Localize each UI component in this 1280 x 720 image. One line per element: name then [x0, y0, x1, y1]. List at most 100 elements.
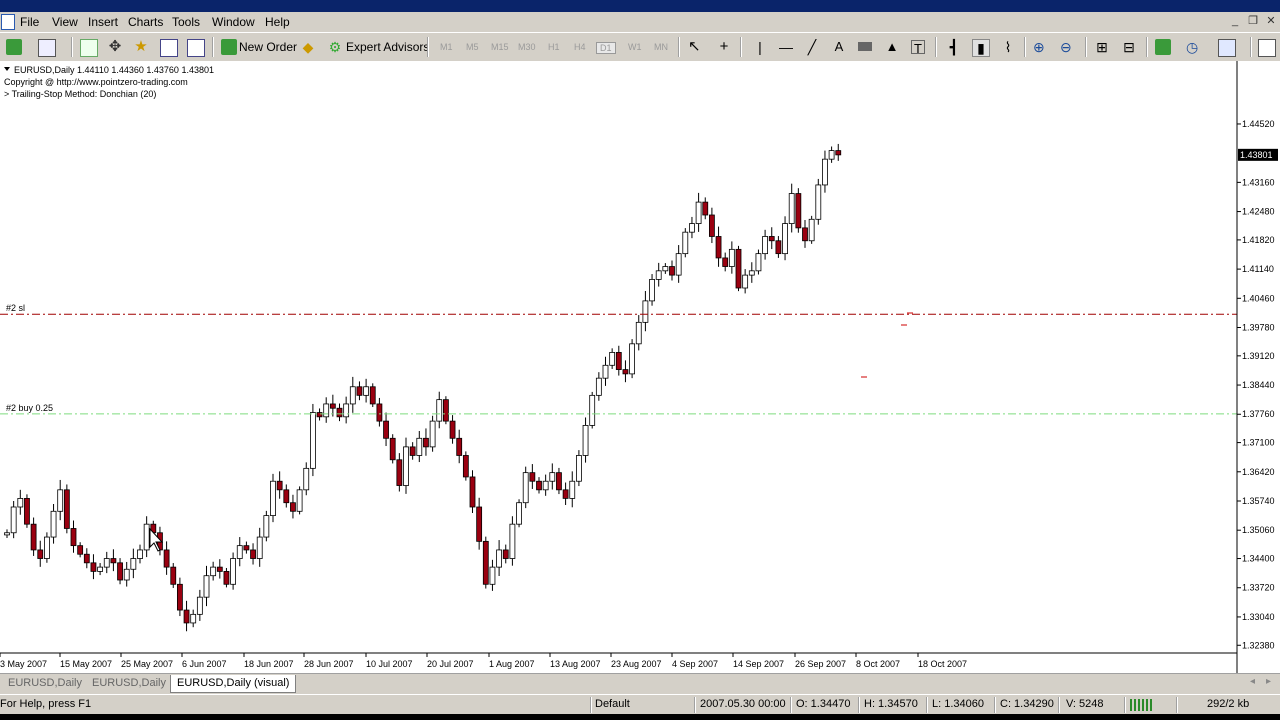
tab-eurusd-daily-visual[interactable]: EURUSD,Daily (visual) — [170, 675, 297, 693]
menu-file[interactable]: File — [20, 15, 39, 29]
candle-body — [595, 377, 602, 396]
status-low: L: 1.34060 — [932, 698, 984, 710]
candle-body — [90, 562, 97, 572]
copyright-text: Copyright @ http://www.pointzero-trading… — [4, 77, 188, 87]
candle-body — [183, 609, 190, 624]
zoom-in-icon[interactable]: ⊕ — [1033, 39, 1049, 55]
candle-body — [176, 583, 183, 611]
tile-windows-icon[interactable]: ⊞ — [1094, 39, 1110, 55]
terminal-icon[interactable] — [160, 39, 178, 57]
candle-body — [389, 437, 396, 461]
price-chart[interactable]: #2 sl #2 buy 0.25 1.44520 1.43160 1.42480 1.… — [0, 61, 1280, 673]
candle-body — [496, 549, 503, 568]
candle-body — [363, 386, 370, 396]
horizontal-line-icon[interactable]: — — [778, 39, 794, 55]
chart-window[interactable]: #2 sl #2 buy 0.25 1.44520 1.43160 1.42480 1.… — [0, 61, 1280, 673]
templates-icon[interactable] — [1218, 39, 1236, 57]
cursor-icon[interactable]: ↖ — [688, 39, 704, 55]
candle-body — [509, 523, 516, 559]
price-tick-label: 1.33040 — [1242, 612, 1275, 622]
bar-chart-icon[interactable]: ┫ — [946, 39, 962, 55]
price-tick-label: 1.39780 — [1242, 323, 1275, 333]
menu-charts[interactable]: Charts — [128, 15, 163, 29]
status-profile: Default — [595, 698, 630, 710]
navigator-icon[interactable]: ✥ — [107, 39, 123, 55]
candle-body — [163, 549, 170, 568]
tab-eurusd-daily-2[interactable]: EURUSD,Daily — [86, 675, 172, 692]
line-chart-icon[interactable]: ⌇ — [1000, 39, 1016, 55]
rectangle-icon[interactable] — [858, 42, 872, 51]
candle-body — [369, 386, 376, 405]
menu-view[interactable]: View — [52, 15, 78, 29]
menu-window[interactable]: Window — [212, 15, 255, 29]
candle-body — [569, 480, 576, 499]
trendline-icon[interactable]: ╱ — [804, 39, 820, 55]
candle-body — [303, 467, 310, 491]
text-label-icon[interactable]: T — [911, 40, 925, 56]
tab-eurusd-daily-1[interactable]: EURUSD,Daily — [2, 675, 88, 692]
timeframe-m30[interactable]: M30 — [518, 42, 536, 52]
method-text: > Trailing-Stop Method: Donchian (20) — [4, 89, 156, 99]
close-icon[interactable]: ✕ — [1264, 15, 1278, 28]
restore-icon[interactable]: ❐ — [1246, 15, 1260, 28]
candle-body — [742, 274, 749, 289]
candle-body — [329, 403, 336, 409]
candle-body — [549, 472, 556, 482]
indicators-icon[interactable] — [1155, 39, 1171, 55]
candle-body — [290, 502, 296, 512]
tab-scroll-right-icon[interactable]: ▸ — [1266, 676, 1271, 687]
metaeditor-icon[interactable]: ◆ — [300, 39, 316, 55]
fullscreen-icon[interactable] — [1258, 39, 1276, 57]
candle-body — [77, 545, 84, 555]
timeframe-h4[interactable]: H4 — [574, 42, 586, 52]
status-close: C: 1.34290 — [1000, 698, 1054, 710]
app-icon[interactable] — [1, 14, 15, 30]
candle-body — [748, 270, 755, 276]
candle-body — [522, 472, 529, 504]
minimize-icon[interactable]: _ — [1228, 15, 1242, 28]
timeframe-m1[interactable]: M1 — [440, 42, 453, 52]
timeframe-mn[interactable]: MN — [654, 42, 668, 52]
tab-scroll-left-icon[interactable]: ◂ — [1250, 676, 1255, 687]
fibonacci-icon[interactable]: A — [831, 39, 847, 55]
candle-body — [449, 420, 456, 439]
autoscroll-icon[interactable]: ⊟ — [1121, 39, 1137, 55]
price-tick-label: 1.41140 — [1242, 264, 1274, 274]
crosshair-icon[interactable]: + — [716, 39, 732, 55]
candle-body — [210, 566, 217, 577]
price-tick-label: 1.42480 — [1242, 207, 1275, 217]
date-tick-label: 13 Aug 2007 — [550, 659, 601, 669]
timeframe-w1[interactable]: W1 — [628, 42, 642, 52]
status-volume: V: 5248 — [1066, 698, 1104, 710]
periods-icon[interactable]: ◷ — [1186, 39, 1202, 55]
timeframe-h1[interactable]: H1 — [548, 42, 560, 52]
timeframe-m15[interactable]: M15 — [491, 42, 509, 52]
candle-body — [190, 613, 197, 624]
timeframe-d1[interactable]: D1 — [596, 42, 616, 54]
candle-body — [728, 248, 735, 267]
candlestick-icon[interactable]: ▮ — [972, 39, 990, 57]
menu-tools[interactable]: Tools — [172, 15, 200, 29]
candle-body — [489, 566, 496, 585]
profiles-icon[interactable] — [38, 39, 56, 57]
market-watch-icon[interactable] — [80, 39, 98, 57]
new-chart-icon[interactable] — [6, 39, 22, 55]
zoom-out-icon[interactable]: ⊖ — [1060, 39, 1076, 55]
menu-help[interactable]: Help — [265, 15, 290, 29]
candle-body — [722, 257, 729, 267]
candle-body — [196, 596, 203, 615]
new-order-button[interactable]: New Order — [239, 37, 297, 57]
vertical-line-icon[interactable]: | — [752, 39, 768, 55]
candle-body — [103, 558, 110, 568]
candle-body — [343, 403, 350, 418]
price-tick-label: 1.32380 — [1242, 640, 1275, 650]
timeframe-m5[interactable]: M5 — [466, 42, 479, 52]
expert-advisors-button[interactable]: Expert Advisors — [346, 37, 429, 57]
strategy-tester-icon[interactable] — [187, 39, 205, 57]
candle-body — [469, 476, 476, 508]
data-window-icon[interactable]: ★ — [133, 39, 149, 55]
last-price-label: 1.43801 — [1240, 150, 1273, 160]
triangle-icon[interactable]: ▲ — [884, 39, 900, 55]
menu-insert[interactable]: Insert — [88, 15, 118, 29]
status-open: O: 1.34470 — [796, 698, 851, 710]
